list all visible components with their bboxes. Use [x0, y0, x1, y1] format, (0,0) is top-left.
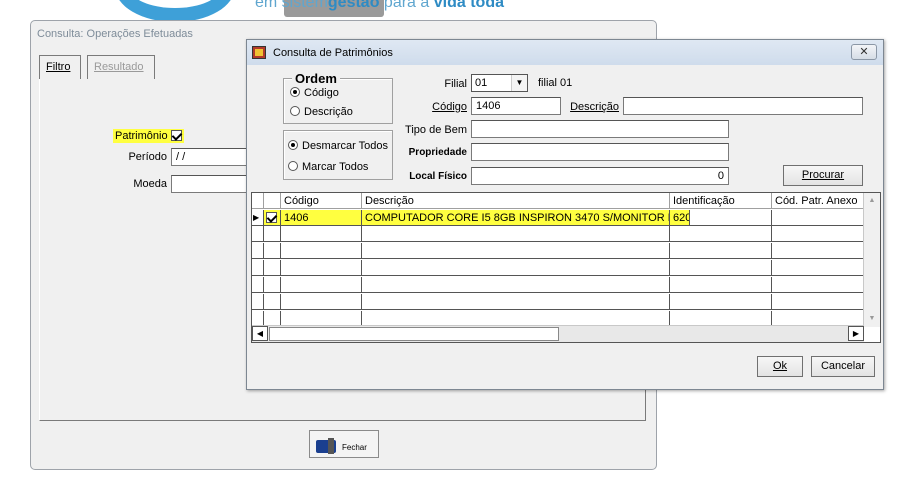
dialog-titlebar: Consulta de Patrimônios ✕ [247, 40, 883, 65]
table-row[interactable] [252, 260, 864, 276]
background-banner: em sistemgestão para a vida toda [0, 0, 919, 22]
table-row[interactable]: ▶ 1406 COMPUTADOR CORE I5 8GB INSPIRON 3… [252, 210, 864, 226]
ordem-legend: Ordem [292, 71, 340, 86]
descricao-input[interactable] [623, 97, 863, 115]
tipo-de-bem-label: Tipo de Bem [405, 124, 467, 136]
radio-off-icon [288, 161, 298, 171]
local-fisico-label: Local Físico [409, 171, 467, 182]
marcar-group: Desmarcar Todos Marcar Todos [283, 130, 393, 180]
cell-identificacao: 620 [670, 210, 690, 226]
scroll-thumb[interactable] [269, 327, 559, 341]
radio-on-icon [288, 140, 298, 150]
propriedade-input[interactable] [471, 143, 729, 161]
tipo-de-bem-input[interactable] [471, 120, 729, 138]
codigo-label: Código [432, 101, 467, 113]
propriedade-label: Propriedade [408, 147, 467, 158]
row-pointer-icon: ▶ [252, 210, 264, 226]
close-button[interactable]: ✕ [851, 44, 877, 60]
radio-ordem-codigo[interactable]: Código [290, 87, 339, 99]
periodo-label: Período [128, 151, 167, 163]
close-icon: ✕ [859, 46, 869, 58]
fechar-button[interactable]: Fechar [309, 430, 379, 458]
radio-ordem-descricao[interactable]: Descrição [290, 106, 353, 118]
ordem-group: Ordem Código Descrição [283, 71, 393, 124]
local-fisico-input[interactable]: 0 [471, 167, 729, 185]
app-icon [252, 46, 266, 59]
filial-select[interactable]: 01 ▼ [471, 74, 528, 92]
scroll-down-icon[interactable]: ▼ [864, 311, 880, 327]
radio-on-icon [290, 87, 300, 97]
patrimonio-checkbox-field[interactable]: Patrimônio [113, 129, 184, 143]
table-row[interactable] [252, 294, 864, 310]
scroll-up-icon[interactable]: ▲ [864, 193, 880, 209]
radio-off-icon [290, 106, 300, 116]
table-row[interactable] [252, 226, 864, 242]
horizontal-scrollbar[interactable]: ◀ ▶ [252, 325, 864, 342]
grid-header-descricao[interactable]: Descrição [362, 193, 670, 209]
codigo-input[interactable]: 1406 [471, 97, 561, 115]
cell-descricao: COMPUTADOR CORE I5 8GB INSPIRON 3470 S/M… [362, 210, 670, 226]
grid-header-indicator [252, 193, 264, 209]
tab-resultado[interactable]: Resultado [87, 55, 155, 79]
ok-button[interactable]: Ok [757, 356, 803, 377]
row-checkbox[interactable] [264, 210, 281, 226]
dialog-title: Consulta de Patrimônios [273, 47, 393, 59]
cell-codigo: 1406 [281, 210, 362, 226]
filial-description: filial 01 [538, 77, 573, 89]
filial-label: Filial [444, 78, 467, 90]
grid-header-cod-patr-anexo[interactable]: Cód. Patr. Anexo [772, 193, 864, 209]
moeda-input[interactable] [171, 175, 249, 193]
banner-tagline: em sistemgestão para a vida toda [255, 0, 504, 11]
exit-door-icon [316, 438, 336, 454]
check-icon [266, 212, 277, 223]
descricao-label: Descrição [570, 101, 619, 113]
cell-identificacao-rest [690, 210, 772, 226]
cell-anexo [772, 210, 864, 226]
patrimonio-checkbox[interactable] [170, 130, 182, 141]
radio-marcar-todos[interactable]: Marcar Todos [288, 161, 368, 173]
moeda-label: Moeda [133, 178, 167, 190]
cancelar-button[interactable]: Cancelar [811, 356, 875, 377]
procurar-button[interactable]: Procurar [783, 165, 863, 186]
scroll-left-icon[interactable]: ◀ [252, 326, 268, 341]
radio-desmarcar-todos[interactable]: Desmarcar Todos [288, 140, 388, 152]
chevron-down-icon[interactable]: ▼ [511, 75, 527, 91]
table-row[interactable] [252, 243, 864, 259]
scroll-right-icon[interactable]: ▶ [848, 326, 864, 341]
tab-filtro[interactable]: Filtro [39, 55, 81, 79]
table-row[interactable] [252, 277, 864, 293]
grid-header-identificacao[interactable]: Identificação [670, 193, 772, 209]
vertical-scrollbar[interactable]: ▲ ▼ [863, 193, 880, 327]
patrimonio-label: Patrimônio [115, 130, 168, 142]
consulta-patrimonios-dialog: Consulta de Patrimônios ✕ Ordem Código D… [246, 39, 884, 390]
logo-icon [115, 0, 235, 22]
grid-header-check [264, 193, 281, 209]
patrimonios-grid[interactable]: Código Descrição Identificação Cód. Patr… [251, 192, 881, 343]
grid-header-codigo[interactable]: Código [281, 193, 362, 209]
periodo-input[interactable]: / / [171, 148, 249, 166]
